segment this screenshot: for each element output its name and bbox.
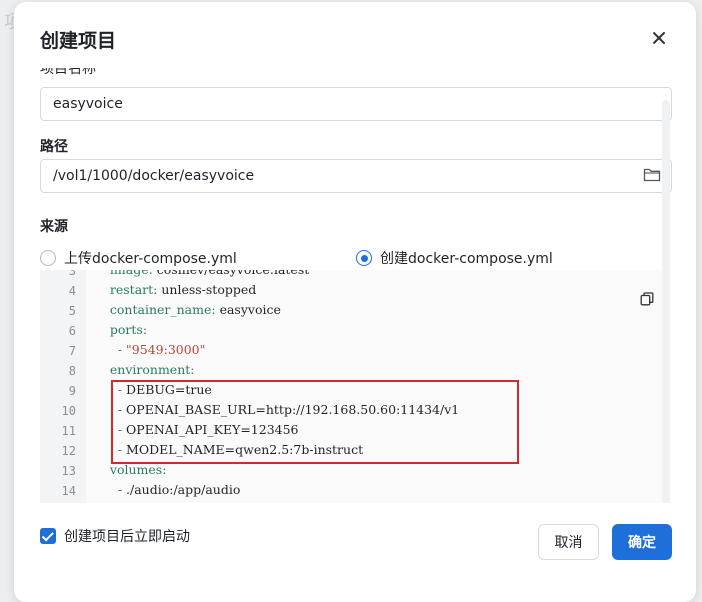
line-number: 13: [61, 464, 76, 478]
source-option-create[interactable]: 创建docker-compose.yml: [356, 248, 553, 268]
confirm-button[interactable]: 确定: [612, 524, 672, 560]
path-value: /vol1/1000/docker/easyvoice: [53, 168, 255, 184]
source-option-create-label: 创建docker-compose.yml: [380, 251, 553, 267]
code-line[interactable]: - "9549:3000": [94, 342, 206, 357]
code-token: ports:: [94, 322, 148, 337]
dialog-title: 创建项目: [40, 30, 117, 52]
code-line[interactable]: - ./audio:/app/audio: [94, 482, 241, 497]
code-token: cosinev/easyvoice:latest: [157, 270, 310, 277]
code-token: unless-stopped: [161, 282, 257, 297]
code-line[interactable]: image: cosinev/easyvoice:latest: [94, 270, 309, 277]
compose-editor[interactable]: 3 image: cosinev/easyvoice:latest 4 resta…: [40, 270, 670, 503]
line-number: 9: [68, 384, 76, 398]
path-label: 路径: [40, 139, 68, 155]
code-token: -: [94, 482, 127, 497]
source-label: 来源: [40, 219, 68, 235]
code-token: ./audio:/app/audio: [126, 482, 241, 497]
line-number: 11: [61, 424, 76, 438]
code-token: volumes:: [94, 462, 167, 477]
line-number: 10: [61, 404, 76, 418]
code-line[interactable]: environment:: [94, 362, 195, 377]
dialog-scrollbar[interactable]: [662, 100, 670, 503]
project-name-label: 项目名称: [40, 68, 96, 77]
folder-icon[interactable]: [643, 167, 661, 183]
code-token: "9549:3000": [126, 342, 206, 357]
line-number: 6: [68, 324, 76, 338]
create-project-dialog: 创建项目 项目名称 easyvoice 路径 /vol1/1000/docker…: [14, 2, 696, 602]
code-line[interactable]: volumes:: [94, 462, 167, 477]
cancel-button[interactable]: 取消: [538, 524, 599, 560]
copy-icon[interactable]: [640, 292, 654, 306]
code-line[interactable]: restart: unless-stopped: [94, 282, 256, 297]
line-number: 3: [68, 270, 76, 278]
environment-highlight-box: [111, 380, 519, 464]
code-token: environment:: [94, 362, 195, 377]
autostart-label: 创建项目后立即启动: [64, 529, 190, 545]
line-number: 4: [68, 284, 76, 298]
dialog-body[interactable]: 项目名称 easyvoice 路径 /vol1/1000/docker/easy…: [14, 68, 696, 503]
line-number: 12: [61, 444, 76, 458]
radio-upload[interactable]: [40, 250, 56, 266]
close-icon[interactable]: [650, 29, 668, 47]
code-token: -: [94, 342, 127, 357]
path-input[interactable]: /vol1/1000/docker/easyvoice: [40, 159, 672, 193]
radio-create[interactable]: [356, 250, 372, 266]
project-name-input[interactable]: easyvoice: [40, 87, 672, 121]
line-number: 8: [68, 364, 76, 378]
code-token: restart:: [94, 282, 162, 297]
code-line[interactable]: container_name: easyvoice: [94, 302, 281, 317]
source-option-upload[interactable]: 上传docker-compose.yml: [40, 248, 237, 268]
code-token: easyvoice: [219, 302, 281, 317]
autostart-checkbox[interactable]: [40, 528, 56, 544]
line-number: 14: [61, 484, 76, 498]
code-token: image:: [94, 270, 157, 277]
source-option-upload-label: 上传docker-compose.yml: [64, 251, 237, 267]
code-line[interactable]: ports:: [94, 322, 147, 337]
line-number: 7: [68, 344, 76, 358]
code-token: container_name:: [94, 302, 220, 317]
autostart-option[interactable]: 创建项目后立即启动: [40, 526, 190, 546]
line-number: 5: [68, 304, 76, 318]
